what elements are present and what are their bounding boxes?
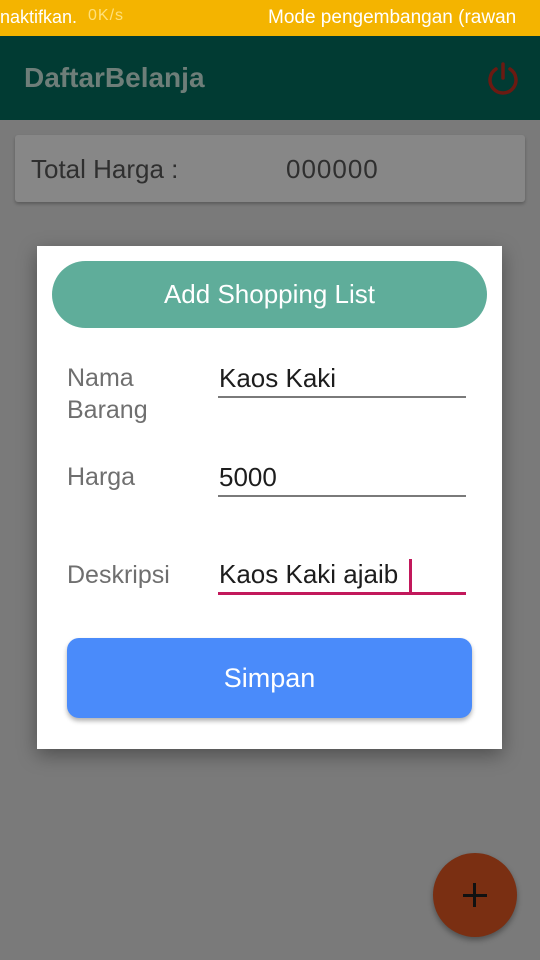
description-label: Deskripsi xyxy=(67,561,170,589)
status-bar: naktifkan. 0K/s Mode pengembangan (rawan xyxy=(0,0,540,36)
status-network-speed: 0K/s xyxy=(88,7,125,24)
power-icon[interactable] xyxy=(484,60,522,98)
name-label: Nama Barang xyxy=(67,364,148,424)
app-bar: DaftarBelanja xyxy=(0,36,540,120)
dialog-title: Add Shopping List xyxy=(52,261,487,328)
description-input[interactable] xyxy=(218,557,466,595)
app-title: DaftarBelanja xyxy=(24,62,205,93)
add-shopping-dialog: Add Shopping List Nama Barang Harga Desk… xyxy=(37,246,502,749)
status-dev-mode-text: Mode pengembangan (rawan xyxy=(268,7,517,28)
total-price-label: Total Harga : xyxy=(31,154,179,184)
total-price-card: Total Harga : 000000 xyxy=(15,135,525,202)
add-item-button[interactable] xyxy=(433,853,517,937)
price-input[interactable] xyxy=(218,459,466,497)
save-button[interactable]: Simpan xyxy=(67,638,472,718)
status-notification-text: naktifkan. xyxy=(0,7,78,27)
total-price-value: 000000 xyxy=(286,154,379,184)
text-cursor xyxy=(409,559,412,593)
name-input[interactable] xyxy=(218,360,466,398)
price-label: Harga xyxy=(67,463,136,491)
